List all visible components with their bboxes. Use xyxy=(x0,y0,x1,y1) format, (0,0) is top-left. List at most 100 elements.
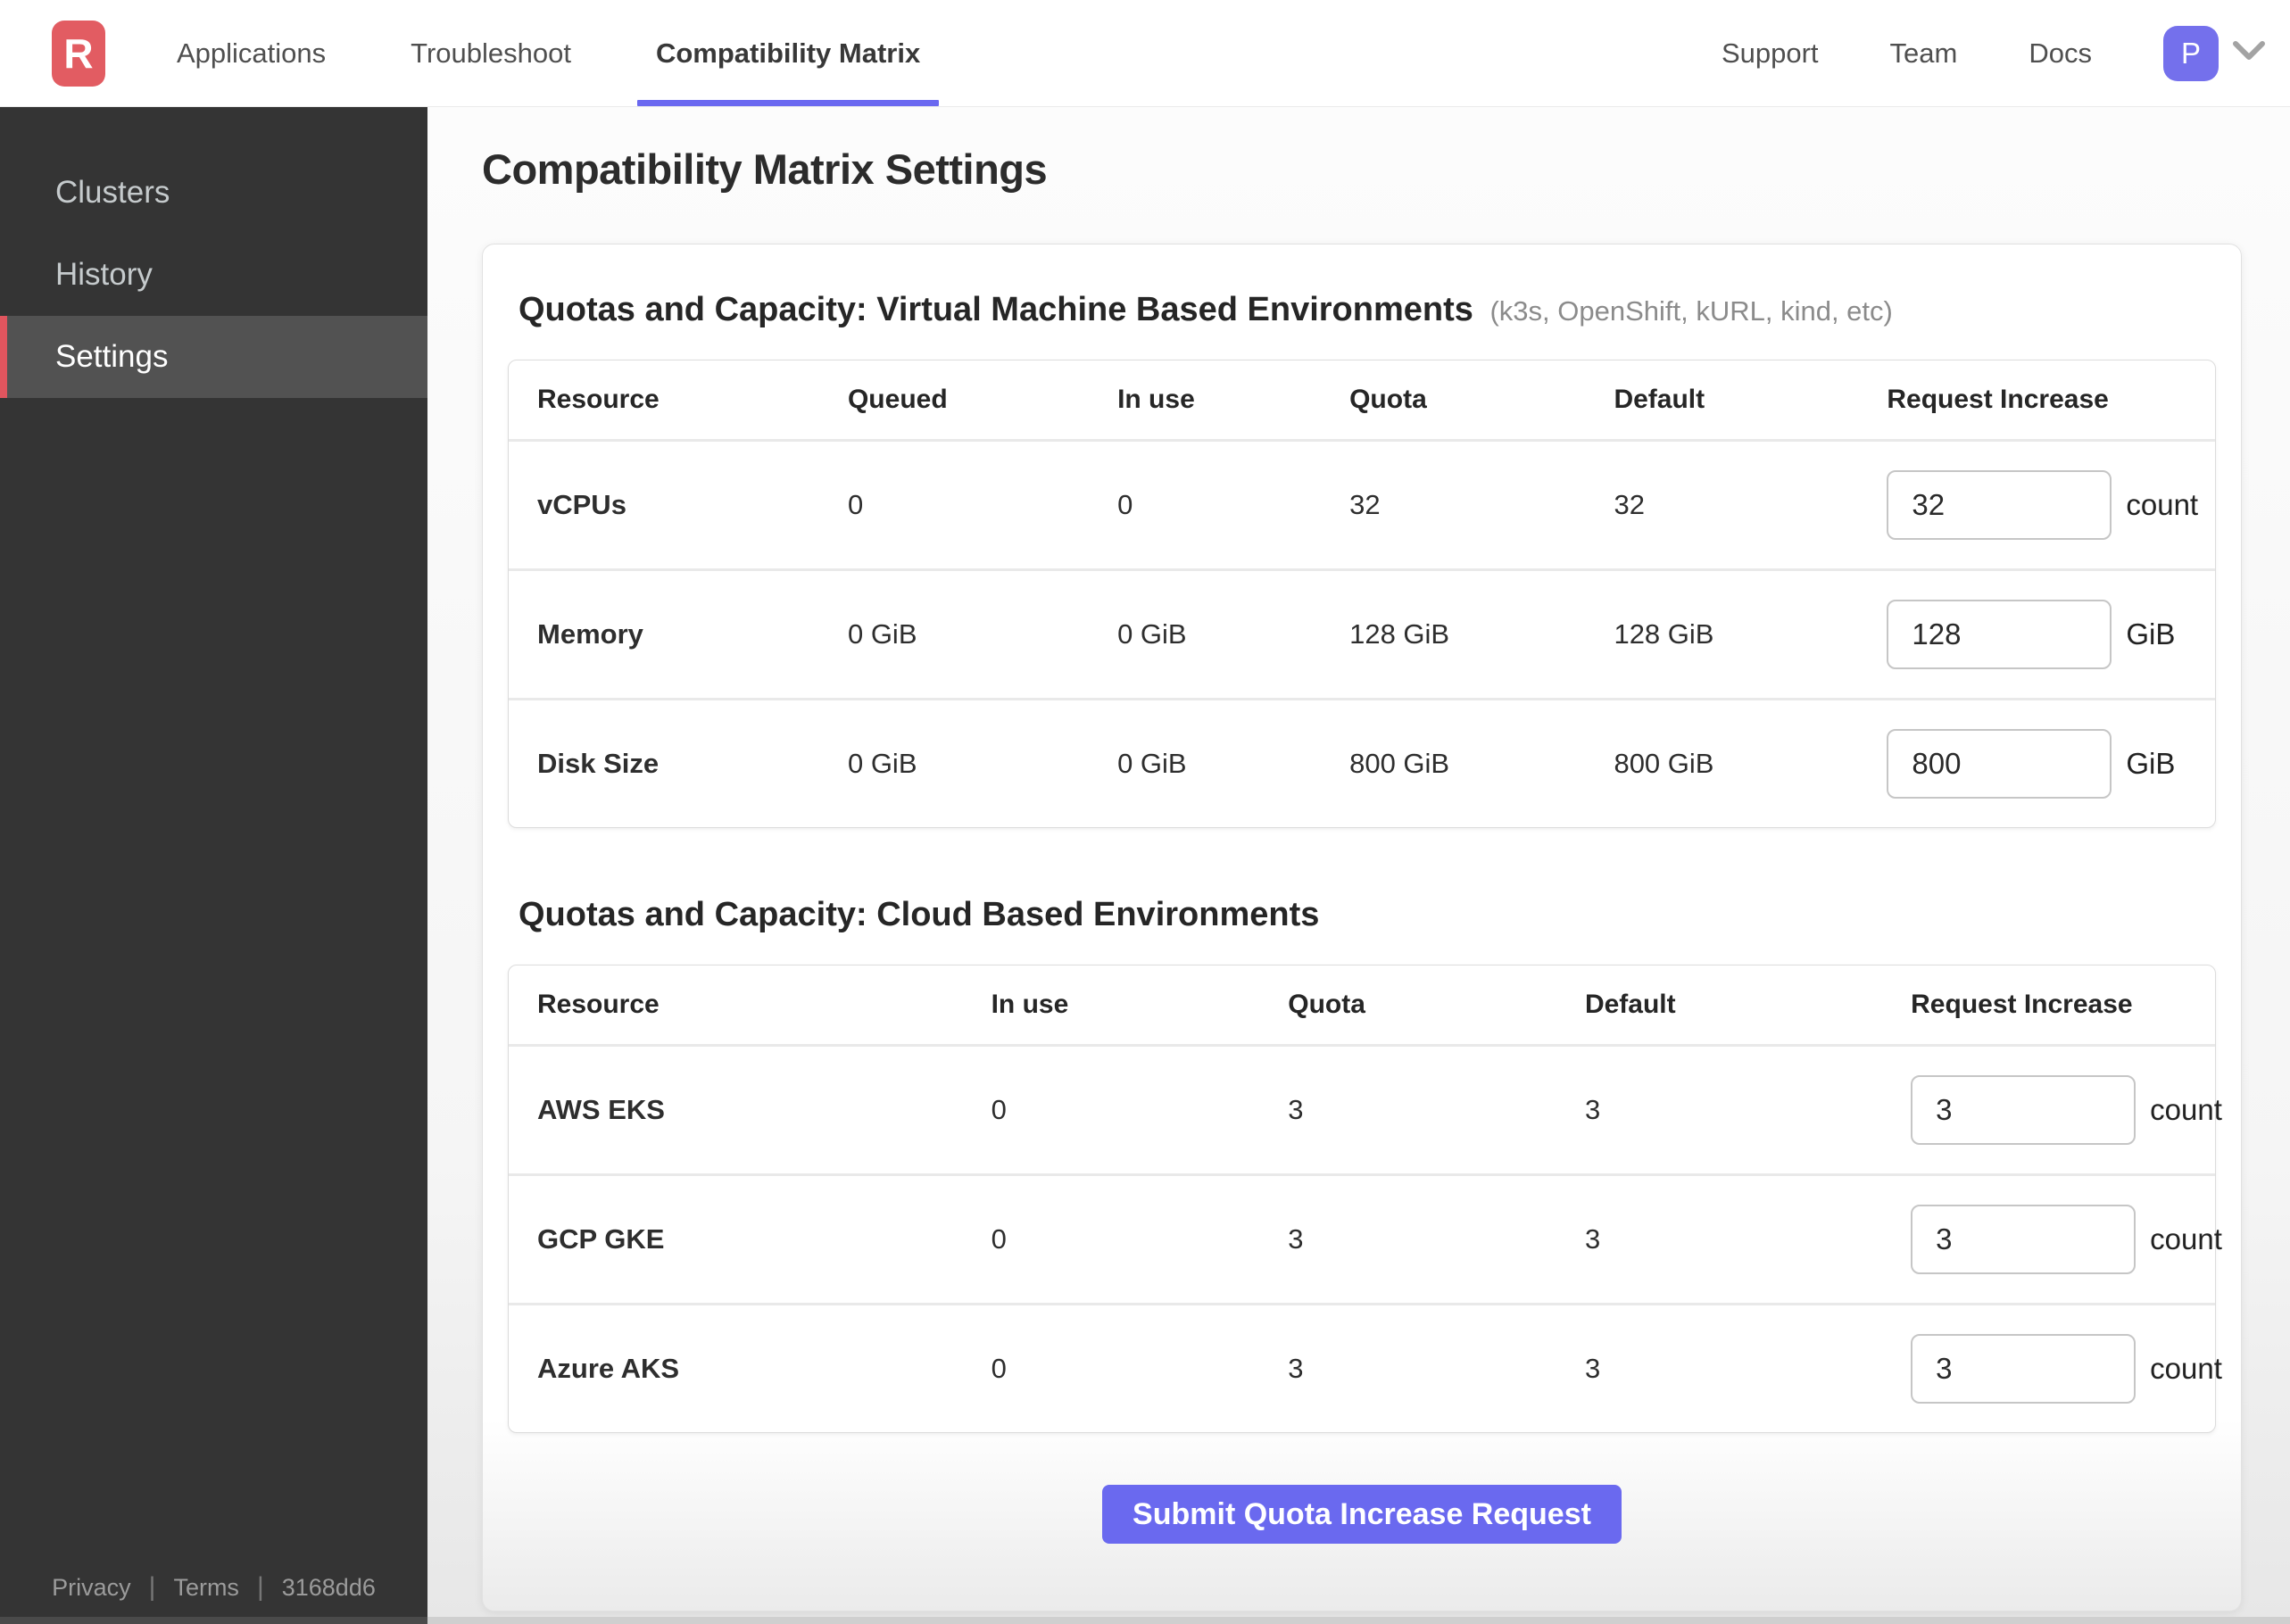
vm-section-title: Quotas and Capacity: Virtual Machine Bas… xyxy=(519,291,1473,328)
avatar[interactable]: P xyxy=(2163,25,2219,81)
sidebar-footer: Privacy | Terms | 3168dd6 xyxy=(0,1572,427,1603)
azure-aks-request-input[interactable] xyxy=(1911,1334,2137,1404)
column-header-request-increase: Request Increase xyxy=(1887,385,2109,414)
queued-cell: 0 GiB xyxy=(818,698,1090,827)
nav-tabs: Applications Troubleshoot Compatibility … xyxy=(177,0,1005,106)
vm-quota-table: Resource Queued In use Quota Default Req… xyxy=(508,360,2216,828)
gcp-gke-request-input[interactable] xyxy=(1911,1205,2137,1274)
sidebar-item-clusters[interactable]: Clusters xyxy=(0,152,427,234)
column-header-request-increase: Request Increase xyxy=(1911,990,2133,1019)
default-cell: 32 xyxy=(1585,439,1859,568)
footer-divider: | xyxy=(256,1572,264,1602)
memory-request-input[interactable] xyxy=(1887,600,2112,669)
disk-size-request-input[interactable] xyxy=(1887,729,2112,799)
logo-letter: R xyxy=(63,29,94,77)
nav-tab-compatibility-matrix[interactable]: Compatibility Matrix xyxy=(636,0,940,106)
cloud-section-heading: Quotas and Capacity: Cloud Based Environ… xyxy=(519,896,2216,934)
column-header-queued: Queued xyxy=(847,385,948,414)
resource-cell: Memory xyxy=(509,568,819,698)
submit-row: Submit Quota Increase Request xyxy=(508,1485,2216,1544)
cloud-section-title: Quotas and Capacity: Cloud Based Environ… xyxy=(519,896,1320,933)
nav-right-links: Support Team Docs P xyxy=(1722,25,2267,81)
nav-tab-applications[interactable]: Applications xyxy=(177,0,326,106)
column-header-in-use: In use xyxy=(991,990,1069,1019)
resource-cell: vCPUs xyxy=(509,439,819,568)
default-cell: 3 xyxy=(1556,1044,1883,1173)
column-header-resource: Resource xyxy=(537,385,660,414)
resource-cell: Disk Size xyxy=(509,698,819,827)
nav-tab-troubleshoot[interactable]: Troubleshoot xyxy=(411,0,571,106)
vcpus-request-input[interactable] xyxy=(1887,470,2112,540)
quota-cell: 128 GiB xyxy=(1321,568,1586,698)
window-bottom-edge-right xyxy=(427,1617,2290,1624)
request-increase-cell: GiB xyxy=(1858,698,2215,827)
cloud-table-header-row: Resource In use Quota Default Request In… xyxy=(509,965,2215,1044)
unit-label: count xyxy=(2150,1093,2222,1126)
column-header-quota: Quota xyxy=(1349,385,1427,414)
table-row-aws-eks: AWS EKS 0 3 3 count xyxy=(509,1044,2222,1173)
default-cell: 128 GiB xyxy=(1585,568,1859,698)
sidebar-item-history[interactable]: History xyxy=(0,234,427,316)
column-header-default: Default xyxy=(1614,385,1705,414)
in-use-cell: 0 xyxy=(1089,439,1322,568)
top-nav: R Applications Troubleshoot Compatibilit… xyxy=(0,0,2290,107)
table-row-gcp-gke: GCP GKE 0 3 3 count xyxy=(509,1173,2222,1303)
request-increase-cell: GiB xyxy=(1858,568,2215,698)
sidebar-items: Clusters History Settings xyxy=(0,107,427,398)
request-increase-cell: count xyxy=(1882,1173,2222,1303)
quota-cell: 3 xyxy=(1259,1303,1556,1432)
column-header-resource: Resource xyxy=(537,990,660,1019)
settings-card: Quotas and Capacity: Virtual Machine Bas… xyxy=(482,244,2242,1612)
avatar-initial: P xyxy=(2180,36,2201,70)
queued-cell: 0 GiB xyxy=(818,568,1090,698)
replicated-logo[interactable]: R xyxy=(52,20,105,87)
privacy-link[interactable]: Privacy xyxy=(52,1574,131,1602)
terms-link[interactable]: Terms xyxy=(173,1574,239,1602)
chevron-down-icon[interactable] xyxy=(2231,39,2267,67)
quota-cell: 3 xyxy=(1259,1173,1556,1303)
unit-label: count xyxy=(2126,488,2199,521)
column-header-default: Default xyxy=(1584,990,1676,1019)
in-use-cell: 0 GiB xyxy=(1089,568,1322,698)
in-use-cell: 0 xyxy=(962,1044,1260,1173)
unit-label: GiB xyxy=(2126,747,2176,780)
aws-eks-request-input[interactable] xyxy=(1911,1075,2137,1145)
unit-label: count xyxy=(2150,1352,2222,1385)
main-content: Compatibility Matrix Settings Quotas and… xyxy=(427,107,2290,1617)
footer-divider: | xyxy=(148,1572,156,1602)
request-increase-cell: count xyxy=(1858,439,2215,568)
sidebar: Clusters History Settings Privacy | Term… xyxy=(0,107,427,1617)
unit-label: GiB xyxy=(2126,617,2176,650)
sidebar-item-settings[interactable]: Settings xyxy=(0,316,427,398)
resource-cell: Azure AKS xyxy=(509,1303,963,1432)
vm-section-heading: Quotas and Capacity: Virtual Machine Bas… xyxy=(519,291,2216,329)
quota-cell: 3 xyxy=(1259,1044,1556,1173)
quota-cell: 32 xyxy=(1321,439,1586,568)
resource-cell: GCP GKE xyxy=(509,1173,963,1303)
request-increase-cell: count xyxy=(1882,1044,2222,1173)
cloud-quota-table: Resource In use Quota Default Request In… xyxy=(508,965,2222,1433)
resource-cell: AWS EKS xyxy=(509,1044,963,1173)
submit-quota-increase-button[interactable]: Submit Quota Increase Request xyxy=(1102,1485,1622,1544)
window-bottom-edge xyxy=(0,1617,2290,1624)
build-hash: 3168dd6 xyxy=(281,1573,376,1601)
nav-link-docs[interactable]: Docs xyxy=(2029,37,2092,70)
nav-link-support[interactable]: Support xyxy=(1722,37,1819,70)
vm-table-header-row: Resource Queued In use Quota Default Req… xyxy=(509,360,2215,439)
quota-cell: 800 GiB xyxy=(1321,698,1586,827)
in-use-cell: 0 GiB xyxy=(1089,698,1322,827)
vm-section-note: (k3s, OpenShift, kURL, kind, etc) xyxy=(1489,295,1893,327)
default-cell: 3 xyxy=(1556,1173,1883,1303)
table-row-vcpus: vCPUs 0 0 32 32 count xyxy=(509,439,2215,568)
table-row-azure-aks: Azure AKS 0 3 3 count xyxy=(509,1303,2222,1432)
column-header-in-use: In use xyxy=(1117,385,1195,414)
table-row-memory: Memory 0 GiB 0 GiB 128 GiB 128 GiB GiB xyxy=(509,568,2215,698)
in-use-cell: 0 xyxy=(962,1303,1260,1432)
in-use-cell: 0 xyxy=(962,1173,1260,1303)
column-header-quota: Quota xyxy=(1288,990,1365,1019)
nav-link-team[interactable]: Team xyxy=(1890,37,1958,70)
unit-label: count xyxy=(2150,1222,2222,1255)
default-cell: 3 xyxy=(1556,1303,1883,1432)
page-title: Compatibility Matrix Settings xyxy=(482,145,1048,193)
request-increase-cell: count xyxy=(1882,1303,2222,1432)
